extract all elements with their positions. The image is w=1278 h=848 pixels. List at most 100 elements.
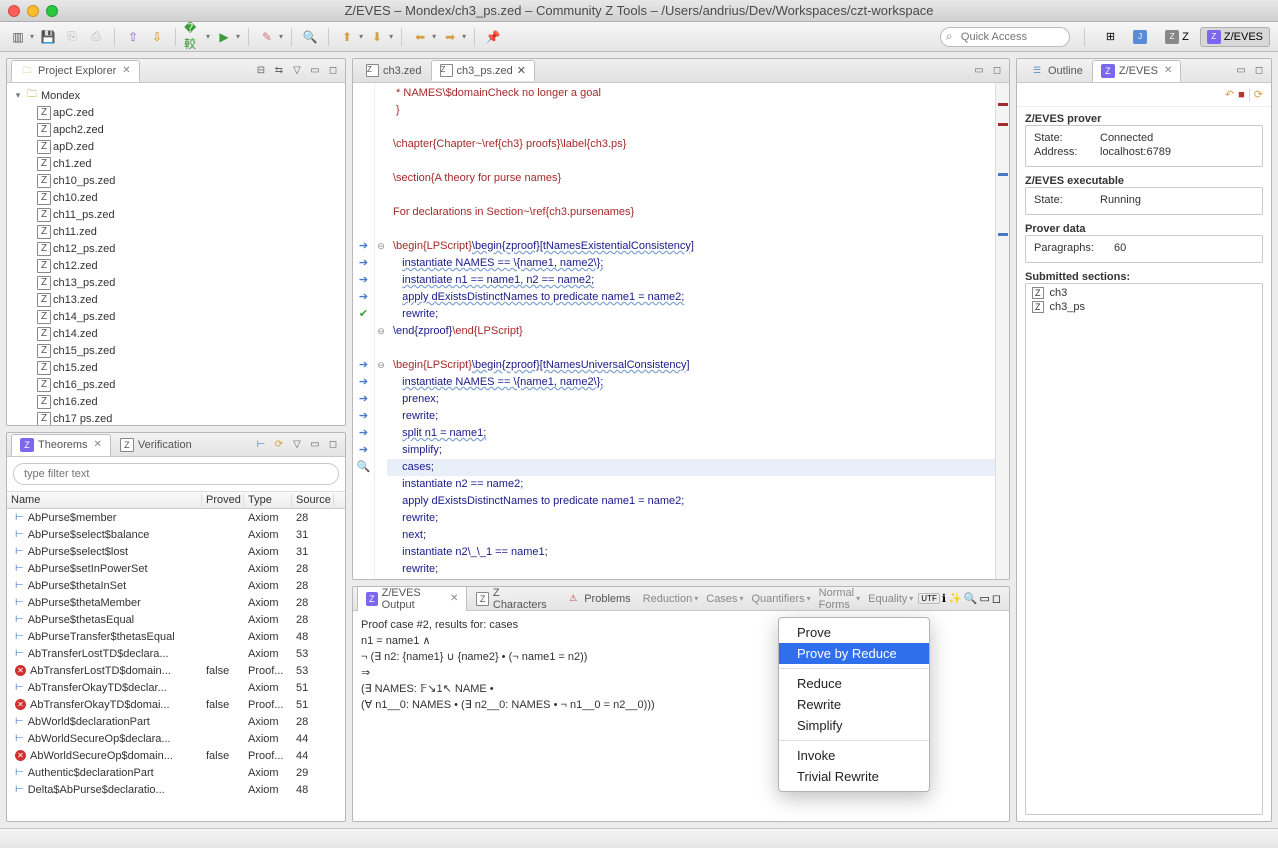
- maximize-view-icon[interactable]: ◻: [1251, 63, 1267, 79]
- theorem-row[interactable]: ⊢Delta$AbPurse$declaratio...Axiom48: [7, 781, 345, 798]
- perspective-z[interactable]: ZZ: [1158, 27, 1196, 47]
- theorem-row[interactable]: ✕AbWorldSecureOp$domain...falseProof...4…: [7, 747, 345, 764]
- close-icon[interactable]: ✕: [122, 65, 130, 76]
- tree-row[interactable]: Zch14.zed: [7, 325, 345, 342]
- view-menu-icon[interactable]: ▽: [289, 437, 305, 453]
- search-icon[interactable]: 🔍: [964, 592, 978, 605]
- overview-ruler[interactable]: [995, 83, 1009, 579]
- tree-row[interactable]: Zch1.zed: [7, 155, 345, 172]
- output-dropdown[interactable]: Quantifiers: [748, 593, 813, 605]
- outline-tab[interactable]: ☰Outline: [1021, 60, 1092, 82]
- perspective-zeves[interactable]: ZZ/EVES: [1200, 27, 1270, 47]
- output-dropdown[interactable]: Normal Forms: [816, 587, 863, 611]
- utf-button[interactable]: UTF: [918, 593, 940, 604]
- tree-row[interactable]: ZapC.zed: [7, 104, 345, 121]
- tree-row[interactable]: Zch16.zed: [7, 393, 345, 410]
- print-icon[interactable]: ⎙: [86, 27, 106, 47]
- back-icon[interactable]: ⬅: [410, 27, 430, 47]
- tree-row[interactable]: Zch15_ps.zed: [7, 342, 345, 359]
- context-menu-item[interactable]: Invoke: [779, 745, 929, 766]
- theorem-row[interactable]: ✕AbTransferOkayTD$domai...falseProof...5…: [7, 696, 345, 713]
- tree-row[interactable]: Zch13.zed: [7, 291, 345, 308]
- context-menu-item[interactable]: Rewrite: [779, 694, 929, 715]
- tree-row[interactable]: Zch17 ps.zed: [7, 410, 345, 425]
- theorem-filter-input[interactable]: [13, 463, 339, 485]
- search-icon[interactable]: 🔍: [300, 27, 320, 47]
- maximize-view-icon[interactable]: ◻: [325, 437, 341, 453]
- tree-row[interactable]: Zch13_ps.zed: [7, 274, 345, 291]
- tree-row[interactable]: Zch12.zed: [7, 257, 345, 274]
- tree-row[interactable]: Zch14_ps.zed: [7, 308, 345, 325]
- minimize-view-icon[interactable]: ▭: [971, 63, 987, 79]
- info-icon[interactable]: ℹ: [942, 592, 946, 605]
- close-icon[interactable]: ✕: [94, 439, 102, 450]
- theorem-row[interactable]: ⊢AbTransferOkayTD$declar...Axiom51: [7, 679, 345, 696]
- nav-down-icon[interactable]: ⇩: [147, 27, 167, 47]
- refresh-icon[interactable]: ⟳: [1254, 88, 1263, 101]
- close-icon[interactable]: ✕: [1164, 65, 1172, 76]
- tree-row[interactable]: Zch16_ps.zed: [7, 376, 345, 393]
- theorems-tab[interactable]: ZTheorems✕: [11, 434, 111, 456]
- theorem-row[interactable]: ⊢AbPurseTransfer$thetasEqualAxiom48: [7, 628, 345, 645]
- debug-icon[interactable]: �較: [184, 27, 204, 47]
- context-menu-item[interactable]: Prove: [779, 622, 929, 643]
- minimize-view-icon[interactable]: ▭: [1233, 63, 1249, 79]
- theorem-row[interactable]: ⊢AbPurse$thetaMemberAxiom28: [7, 594, 345, 611]
- tree-row[interactable]: Zch10_ps.zed: [7, 172, 345, 189]
- theorem-row[interactable]: ⊢AbWorldSecureOp$declara...Axiom44: [7, 730, 345, 747]
- minimize-view-icon[interactable]: ▭: [979, 592, 989, 605]
- close-icon[interactable]: ✕: [517, 64, 526, 77]
- verification-tab[interactable]: ZVerification: [111, 434, 201, 456]
- tree-row[interactable]: Zch11_ps.zed: [7, 206, 345, 223]
- open-perspective-button[interactable]: ⊞: [1099, 27, 1122, 46]
- submitted-sections-list[interactable]: Zch3Zch3_ps: [1025, 283, 1263, 815]
- quick-access-input[interactable]: [940, 27, 1070, 47]
- perspective-java[interactable]: J: [1126, 27, 1154, 47]
- code-editor[interactable]: ➔➔➔➔✔➔➔➔➔➔➔🔍 ⊖⊖⊖ * NAMES\$domainCheck no…: [353, 83, 1009, 579]
- mark-down-icon[interactable]: ⬇: [367, 27, 387, 47]
- close-icon[interactable]: ✕: [450, 593, 458, 604]
- maximize-view-icon[interactable]: ◻: [992, 592, 1001, 605]
- editor-tab[interactable]: Zch3.zed: [357, 60, 431, 81]
- theorem-row[interactable]: ⊢AbPurse$thetasEqualAxiom28: [7, 611, 345, 628]
- turnstile-icon[interactable]: ⊢: [253, 437, 269, 453]
- minimize-view-icon[interactable]: ▭: [307, 437, 323, 453]
- tree-row[interactable]: ▾🗀Mondex: [7, 87, 345, 104]
- tree-row[interactable]: ZapD.zed: [7, 138, 345, 155]
- nav-up-icon[interactable]: ⇧: [123, 27, 143, 47]
- output-dropdown[interactable]: Equality: [865, 593, 916, 605]
- save-all-icon[interactable]: ⎘: [62, 27, 82, 47]
- undo-icon[interactable]: ↶: [1225, 88, 1234, 101]
- context-menu-item[interactable]: Prove by Reduce: [779, 643, 929, 664]
- theorem-row[interactable]: ⊢AbPurse$setInPowerSetAxiom28: [7, 560, 345, 577]
- pin-icon[interactable]: 📌: [483, 27, 503, 47]
- zeves-tab[interactable]: ZZ/EVES✕: [1092, 60, 1182, 82]
- tree-row[interactable]: Zapch2.zed: [7, 121, 345, 138]
- maximize-view-icon[interactable]: ◻: [325, 63, 341, 79]
- section-row[interactable]: Zch3_ps: [1026, 300, 1262, 314]
- new-icon[interactable]: ▥: [8, 27, 28, 47]
- theorem-row[interactable]: ⊢AbPurse$thetaInSetAxiom28: [7, 577, 345, 594]
- stop-icon[interactable]: ■: [1238, 89, 1245, 101]
- project-explorer-tab[interactable]: 🗀Project Explorer✕: [11, 60, 140, 82]
- section-row[interactable]: Zch3: [1026, 286, 1262, 300]
- project-tree[interactable]: ▾🗀MondexZapC.zedZapch2.zedZapD.zedZch1.z…: [7, 83, 345, 425]
- ext-tools-icon[interactable]: ✎: [257, 27, 277, 47]
- mark-up-icon[interactable]: ⬆: [337, 27, 357, 47]
- theorem-row[interactable]: ⊢AbWorld$declarationPartAxiom28: [7, 713, 345, 730]
- run-icon[interactable]: ▶: [214, 27, 234, 47]
- maximize-view-icon[interactable]: ◻: [989, 63, 1005, 79]
- output-dropdown[interactable]: Reduction: [640, 593, 702, 605]
- minimize-view-icon[interactable]: ▭: [307, 63, 323, 79]
- theorem-row[interactable]: ⊢AbPurse$memberAxiom28: [7, 509, 345, 526]
- view-menu-icon[interactable]: ▽: [289, 63, 305, 79]
- collapse-all-icon[interactable]: ⊟: [253, 63, 269, 79]
- refresh-icon[interactable]: ⟳: [271, 437, 287, 453]
- theorem-row[interactable]: ⊢Authentic$declarationPartAxiom29: [7, 764, 345, 781]
- tree-row[interactable]: Zch12_ps.zed: [7, 240, 345, 257]
- forward-icon[interactable]: ➡: [440, 27, 460, 47]
- tree-row[interactable]: Zch10.zed: [7, 189, 345, 206]
- link-editor-icon[interactable]: ⇆: [271, 63, 287, 79]
- theorem-row[interactable]: ⊢AbPurse$select$balanceAxiom31: [7, 526, 345, 543]
- theorem-row[interactable]: ✕AbTransferLostTD$domain...falseProof...…: [7, 662, 345, 679]
